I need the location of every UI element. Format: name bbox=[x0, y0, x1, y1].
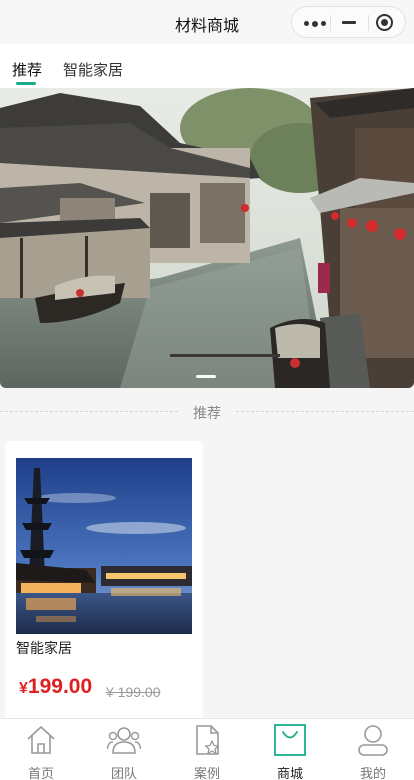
nav-cases[interactable]: 案例 bbox=[166, 719, 248, 780]
category-tabs: 推荐 智能家居 bbox=[0, 44, 414, 88]
price-value: 199.00 bbox=[27, 675, 93, 698]
original-price: ¥ 199.00 bbox=[106, 684, 161, 700]
title-bar: 材料商城 bbox=[0, 0, 414, 44]
section-header: 推荐 bbox=[0, 398, 414, 424]
banner-carousel[interactable] bbox=[0, 88, 414, 388]
nav-team[interactable]: 团队 bbox=[83, 719, 165, 780]
case-document-icon bbox=[196, 725, 220, 755]
nav-mine-label: 我的 bbox=[359, 766, 386, 780]
nav-home-label: 首页 bbox=[27, 766, 54, 780]
divider-line bbox=[236, 411, 414, 412]
tab-smart-home[interactable]: 智能家居 bbox=[63, 59, 123, 80]
nav-cases-label: 案例 bbox=[193, 766, 220, 780]
home-icon bbox=[27, 726, 55, 754]
user-icon bbox=[358, 725, 388, 756]
product-image[interactable] bbox=[16, 458, 192, 634]
tab-recommend[interactable]: 推荐 bbox=[12, 59, 42, 80]
price-currency: ¥ bbox=[19, 680, 28, 697]
product-name[interactable]: 智能家居 bbox=[16, 638, 72, 658]
nav-mall[interactable]: 商城 bbox=[249, 719, 331, 780]
nav-team-label: 团队 bbox=[110, 766, 137, 780]
water-town-night-pagoda-photo bbox=[16, 458, 192, 634]
nav-mine[interactable]: 我的 bbox=[332, 719, 414, 780]
product-price: ¥199.00 bbox=[19, 675, 92, 699]
minimize-icon[interactable] bbox=[342, 21, 356, 24]
bottom-tab-bar: 首页 团队 案例 商城 我的 bbox=[0, 718, 414, 780]
product-card[interactable]: 智能家居 ¥199.00 ¥ 199.00 bbox=[5, 441, 203, 721]
capsule-divider bbox=[330, 15, 331, 31]
nav-home[interactable]: 首页 bbox=[0, 719, 82, 780]
more-dots-icon[interactable] bbox=[304, 20, 326, 27]
carousel-indicator-dot[interactable] bbox=[196, 375, 216, 378]
team-icon bbox=[107, 727, 141, 754]
capsule-divider bbox=[368, 15, 369, 31]
target-circle-icon[interactable] bbox=[376, 14, 393, 31]
nav-mall-label: 商城 bbox=[276, 766, 303, 780]
shopping-bag-icon bbox=[274, 724, 306, 756]
water-town-canal-photo bbox=[0, 88, 414, 388]
section-title: 推荐 bbox=[193, 405, 221, 421]
active-tab-indicator bbox=[16, 82, 36, 85]
mini-program-capsule bbox=[291, 6, 406, 38]
